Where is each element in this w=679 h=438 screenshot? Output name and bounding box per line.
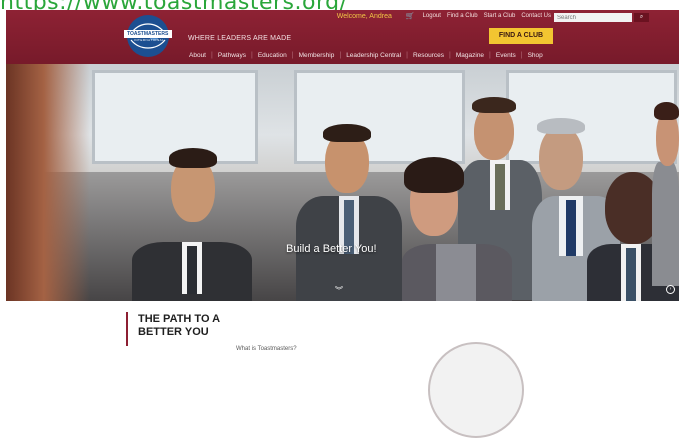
welcome-text: Welcome, Andrea [336, 12, 392, 20]
top-utility-bar: Welcome, Andrea 🛒 Logout Find a Club Sta… [336, 12, 551, 21]
nav-separator: | [489, 52, 491, 59]
search-icon: ⌕ [639, 14, 644, 20]
find-club-link[interactable]: Find a Club [447, 13, 478, 19]
hero-banner: Build a Better You! ︾ › [6, 64, 679, 301]
logo-subtext: INTERNATIONAL [134, 38, 165, 42]
nav-item-leadership-central[interactable]: Leadership Central [346, 52, 401, 59]
background-window [506, 70, 677, 164]
section-circle-image [428, 342, 524, 438]
logout-link[interactable]: Logout [423, 13, 441, 19]
nav-separator: | [406, 52, 408, 59]
circle-arrow-icon[interactable]: › [666, 285, 675, 294]
start-club-link[interactable]: Start a Club [484, 13, 516, 19]
nav-item-membership[interactable]: Membership [299, 52, 335, 59]
nav-item-magazine[interactable]: Magazine [456, 52, 484, 59]
section-title-line2: BETTER YOU [138, 326, 209, 338]
contact-us-link[interactable]: Contact Us [521, 13, 551, 19]
chevron-double-down-icon[interactable]: ︾ [335, 285, 343, 296]
nav-item-shop[interactable]: Shop [528, 52, 543, 59]
nav-separator: | [520, 52, 523, 59]
nav-item-education[interactable]: Education [258, 52, 287, 59]
section-title-line1: THE PATH TO A [138, 313, 221, 325]
nav-separator: | [291, 52, 294, 59]
find-a-club-button[interactable]: FIND A CLUB [489, 28, 553, 44]
nav-separator: | [339, 52, 342, 59]
cart-icon[interactable]: 🛒 [406, 12, 415, 20]
nav-item-resources[interactable]: Resources [413, 52, 444, 59]
section-title: THE PATH TO A BETTER YOU [138, 313, 258, 339]
hero-caption: Build a Better You! [286, 243, 377, 255]
nav-item-about[interactable]: About [189, 52, 206, 59]
main-nav: About | Pathways | Education | Membershi… [189, 52, 543, 59]
site-header: Welcome, Andrea 🛒 Logout Find a Club Sta… [6, 10, 679, 64]
section-question: What is Toastmasters? [236, 346, 297, 352]
nav-separator: | [251, 52, 253, 59]
background-window [294, 70, 465, 164]
search-button[interactable]: ⌕ [634, 13, 649, 22]
nav-item-pathways[interactable]: Pathways [218, 52, 246, 59]
nav-separator: | [449, 52, 451, 59]
section-accent-bar [126, 312, 128, 346]
site-tagline: WHERE LEADERS ARE MADE [188, 35, 292, 42]
nav-item-events[interactable]: Events [496, 52, 516, 59]
foreground-blur [6, 64, 90, 301]
background-window [92, 70, 258, 164]
logo-wordmark: TOASTMASTERS [127, 31, 169, 37]
nav-separator: | [211, 52, 213, 59]
search-input[interactable] [554, 13, 632, 22]
